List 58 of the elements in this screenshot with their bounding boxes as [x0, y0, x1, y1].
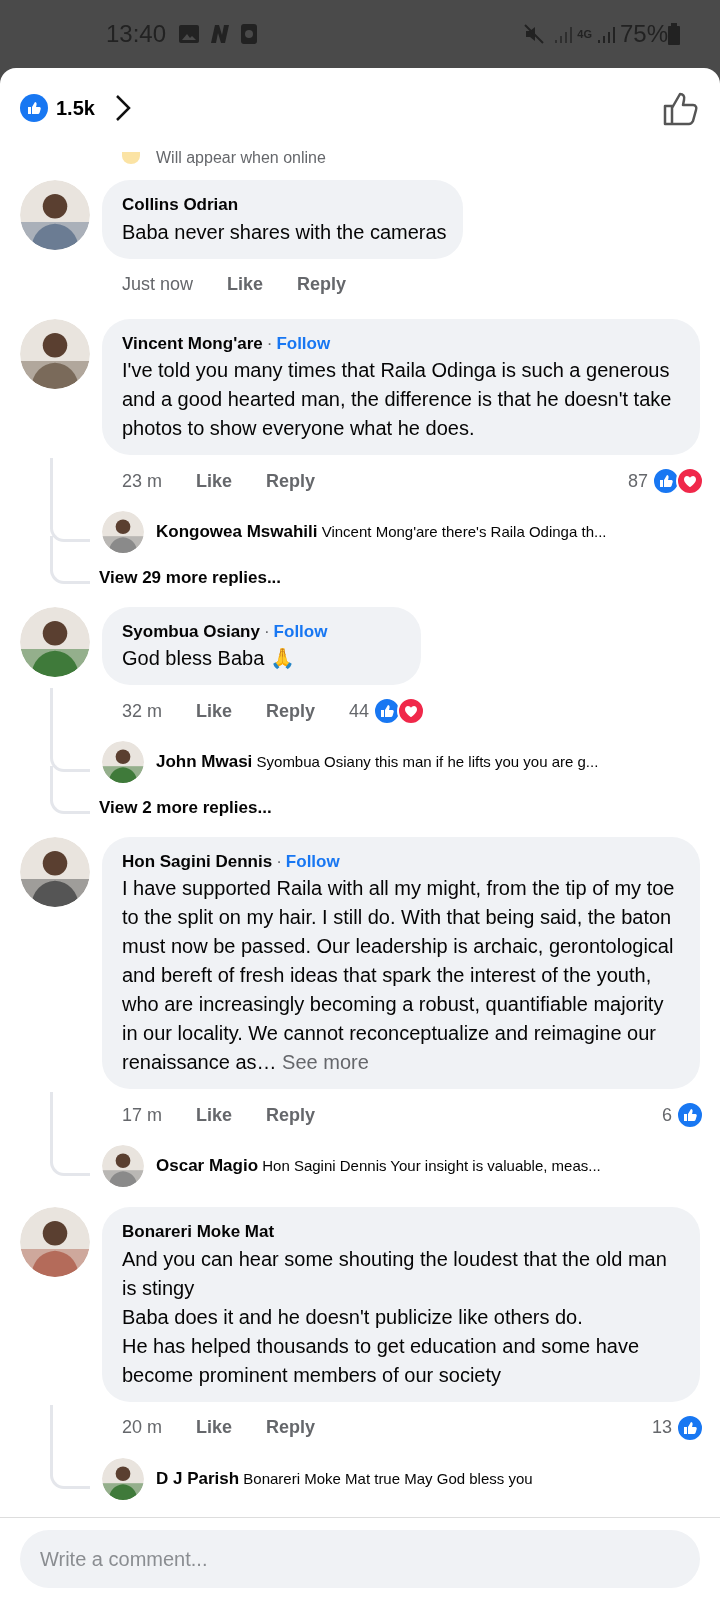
battery-icon [668, 23, 680, 45]
reply-link[interactable]: Reply [266, 1101, 316, 1129]
signal-icon [595, 24, 616, 44]
reaction-count: 87 [627, 469, 648, 493]
like-reaction-icon [676, 1101, 704, 1129]
like-link[interactable]: Like [227, 271, 264, 298]
like-link[interactable]: Like [196, 1101, 233, 1129]
separator-dot: · [263, 620, 270, 643]
like-link[interactable]: Like [196, 1414, 233, 1441]
thumbs-up-icon[interactable] [662, 90, 700, 126]
reaction-count: 13 [651, 1416, 672, 1439]
comment-field[interactable]: Write a comment... [20, 1530, 700, 1588]
reaction-total[interactable]: 1.5k [56, 93, 95, 123]
reply-link[interactable]: Reply [266, 467, 316, 495]
comment-text: I've told you many times that Raila Odinga is such a generous and a good hearted man, the difference is that he doesn't take photos to show everyone what he does. [122, 358, 673, 441]
reply-preview[interactable]: D J Parish Bonareri Moke Mat true May God bless you [156, 1465, 533, 1492]
reply-link[interactable]: Reply [266, 1414, 316, 1441]
like-reaction-icon [652, 467, 680, 495]
image-icon [178, 24, 201, 44]
reply-preview[interactable]: Kongowea Mswahili Vincent Mong'are there's Raila Odinga th... [156, 519, 607, 545]
chevron-right-icon[interactable] [114, 94, 131, 122]
comment-time: 20 m [122, 1416, 163, 1439]
reaction-count: 6 [662, 1103, 672, 1127]
author-name[interactable]: Syombua Osiany [122, 618, 260, 644]
author-name[interactable]: Hon Sagini Dennis [122, 848, 273, 874]
comment-time: 32 m [122, 699, 163, 723]
comment-text: Baba never shares with the cameras [122, 219, 447, 245]
reply-preview[interactable]: Oscar Magio Hon Sagini Dennis Your insight is valuable, meas... [156, 1153, 601, 1179]
view-more-replies-link[interactable]: View 2 more replies... [99, 795, 272, 821]
author-name[interactable]: Bonareri Moke Mat [122, 1219, 275, 1245]
notice-text: Will appear when online [156, 148, 326, 168]
separator-dot: · [276, 850, 282, 873]
comment-time: Just now [122, 273, 194, 296]
signal-icon [553, 24, 574, 44]
heart-reaction-icon [676, 467, 704, 495]
separator-dot: · [266, 332, 273, 355]
comment-text: I have supported Raila with all my might, from the tip of my toe to the split on my hair. I still do. With that being said, the baton must now be passed. Our leadership is archaic, gerontological and bereft of fresh ideas that spark the interest of the youth, who are increasingly becoming a robust, quantifiable majority in our locality. We cannot reconceptualize and reimagine our renaissance as… See more [122, 876, 676, 1075]
reply-preview[interactable]: John Mwasi Syombua Osiany this man if he lifts you you are g... [156, 749, 599, 775]
follow-link[interactable]: Follow [276, 330, 331, 356]
reply-link[interactable]: Reply [297, 271, 347, 298]
like-link[interactable]: Like [196, 467, 233, 495]
comment-time: 17 m [122, 1103, 163, 1127]
view-more-replies-link[interactable]: View 29 more replies... [99, 565, 282, 591]
see-more-link[interactable]: See more [276, 1051, 369, 1073]
heart-reaction-icon [397, 697, 426, 725]
comment-time: 23 m [122, 469, 163, 493]
like-link[interactable]: Like [196, 697, 233, 725]
comment-text: God bless Baba 🙏 [122, 646, 296, 671]
author-name[interactable]: Vincent Mong'are [122, 330, 263, 356]
mute-icon [523, 23, 546, 45]
author-name[interactable]: Collins Odrian [122, 192, 239, 218]
reaction-count: 44 [349, 699, 370, 723]
like-reaction-icon [676, 1413, 704, 1442]
follow-link[interactable]: Follow [285, 848, 340, 874]
like-reaction-icon [20, 94, 48, 122]
comment-text: And you can hear some shouting the loudest that the old man is stingy Baba does it and he doesn't publicize like others do. He has helped thousands to get education and some have become prominent members of our society [122, 1246, 668, 1388]
reply-link[interactable]: Reply [266, 697, 316, 725]
follow-link[interactable]: Follow [273, 618, 328, 644]
